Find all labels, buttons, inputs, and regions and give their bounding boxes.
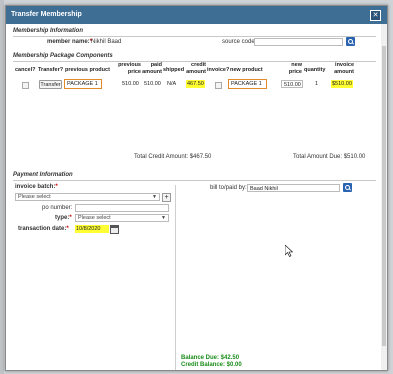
quantity-value: 1 <box>315 81 319 87</box>
col-previous-price: previous price <box>118 62 141 75</box>
total-amount-due: Total Amount Due: $510.00 <box>293 154 366 160</box>
transaction-date-label: transaction date:* <box>18 226 69 232</box>
invoice-batch-select[interactable]: Please select ▼ <box>15 193 160 201</box>
previous-product-field[interactable]: PACKAGE 1 <box>64 79 102 89</box>
bill-to-search-icon[interactable] <box>343 183 352 192</box>
col-invoice-amount: invoice amount <box>334 62 354 75</box>
dialog-titlebar: Transfer Membership ✕ <box>6 6 387 24</box>
scrollbar-thumb[interactable] <box>382 46 386 346</box>
type-select[interactable]: Please select ▼ <box>75 214 169 222</box>
mouse-cursor-icon <box>285 245 293 257</box>
new-product-field[interactable]: PACKAGE 1 <box>228 79 267 89</box>
credit-balance: Credit Balance: $0.00 <box>181 362 242 368</box>
col-quantity: quantity <box>304 67 326 73</box>
member-name-label: member name:* <box>47 39 93 45</box>
credit-amount-value: 467.50 <box>186 80 205 88</box>
shipped-value: N/A <box>167 81 177 87</box>
payment-info-heading: Payment Information <box>13 172 73 178</box>
col-new-price: new price <box>288 62 302 75</box>
total-credit-amount: Total Credit Amount: $467.50 <box>134 154 212 160</box>
col-previous-product: previous product <box>65 67 110 73</box>
paid-amount-value: 510.00 <box>144 81 161 87</box>
transfer-button[interactable]: Transfer <box>39 80 62 89</box>
col-cancel: cancel? <box>15 67 36 73</box>
invoice-checkbox[interactable] <box>215 82 222 89</box>
po-number-input[interactable] <box>75 204 169 212</box>
invoice-amount-value: $510.00 <box>331 80 353 88</box>
bill-to-input[interactable]: Baad Nikhil <box>247 184 340 192</box>
col-transfer: Transfer? <box>38 67 64 73</box>
cancel-checkbox[interactable] <box>22 82 29 89</box>
transfer-membership-dialog: Transfer Membership ✕ Membership Informa… <box>5 5 388 371</box>
add-batch-icon[interactable]: + <box>162 193 171 202</box>
transaction-date-input[interactable]: 10/8/2020 <box>75 225 109 233</box>
col-credit-amount: credit amount <box>186 62 206 75</box>
member-name-value: Nikhil Baad <box>91 39 122 45</box>
bill-to-label: bill to/paid by: <box>210 185 247 191</box>
divider <box>13 36 376 37</box>
col-invoice: invoice? <box>207 67 230 73</box>
previous-price-value: 510.00 <box>122 81 139 87</box>
balance-due: Balance Due: $42.50 <box>181 355 240 361</box>
close-icon[interactable]: ✕ <box>370 10 381 21</box>
source-code-label: source code: <box>222 39 257 45</box>
background-edge <box>0 0 4 374</box>
dialog-title: Transfer Membership <box>11 11 82 18</box>
col-paid-amount: paid amount <box>142 62 162 75</box>
type-label: type:* <box>55 215 72 221</box>
package-components-heading: Membership Package Components <box>13 53 113 59</box>
source-code-input[interactable] <box>254 38 343 46</box>
calendar-icon[interactable] <box>110 225 119 234</box>
new-price-input[interactable]: 510.00 <box>281 80 303 88</box>
divider <box>13 180 376 181</box>
po-number-label: po number: <box>42 205 73 211</box>
col-new-product: new product <box>230 67 263 73</box>
scrollbar[interactable] <box>381 24 387 370</box>
source-code-search-icon[interactable] <box>346 37 355 46</box>
invoice-batch-label: invoice batch:* <box>15 184 58 190</box>
payment-column-divider <box>175 185 176 370</box>
col-shipped: shipped <box>163 67 185 73</box>
membership-info-heading: Membership Information <box>13 28 84 34</box>
